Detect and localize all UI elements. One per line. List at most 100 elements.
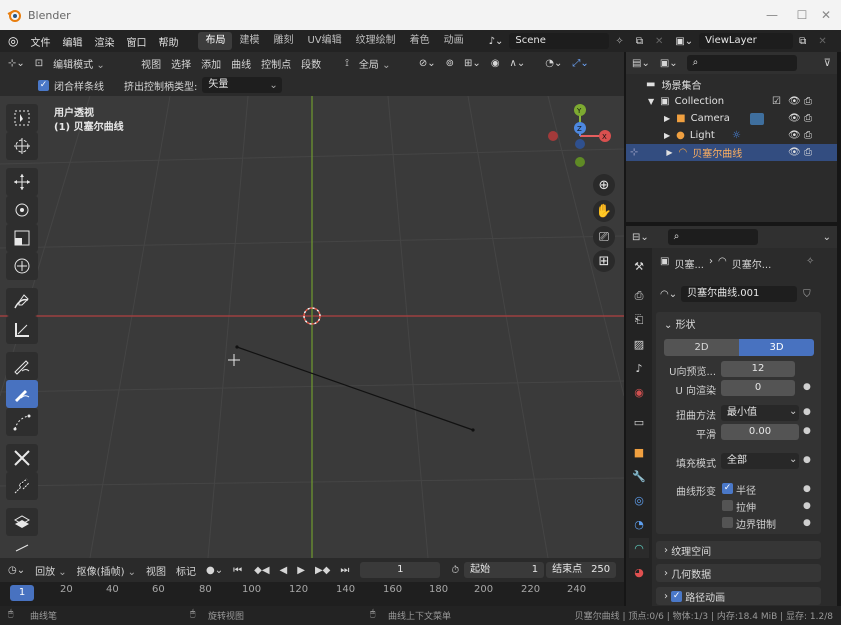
fake-user-icon[interactable]: ⛉ bbox=[803, 289, 811, 300]
snap-icon[interactable]: ⊚ bbox=[441, 58, 459, 69]
workspace-tab-sculpting[interactable]: 雕刻 bbox=[266, 32, 300, 50]
eye-icon[interactable]: 👁 bbox=[788, 147, 801, 158]
scene-field[interactable]: Scene bbox=[509, 33, 610, 49]
workspace-tab-layout[interactable]: 布局 bbox=[198, 32, 233, 50]
physics-tab-icon[interactable]: ◔ bbox=[629, 514, 649, 534]
world-tab-icon[interactable]: ◉ bbox=[629, 382, 649, 402]
blender-menu-icon[interactable]: ◎ bbox=[0, 34, 24, 48]
material-tab-icon[interactable]: ◕ bbox=[629, 562, 649, 582]
mode-dropdown[interactable]: 编辑模式 bbox=[48, 56, 136, 71]
properties-search-input[interactable]: ⌕ bbox=[667, 229, 758, 245]
annotate-icon[interactable] bbox=[6, 288, 38, 316]
menu-file[interactable]: 文件 bbox=[24, 34, 56, 49]
snap-target-icon[interactable]: ⊞⌄ bbox=[459, 58, 486, 69]
display-mode-icon[interactable]: ▣⌄ bbox=[655, 58, 683, 69]
timeline-marker-menu[interactable]: 标记 bbox=[171, 563, 201, 578]
object-tab-icon[interactable]: ■ bbox=[629, 442, 649, 462]
light-data-icon[interactable]: ☼ bbox=[732, 130, 741, 141]
curve-data-tab-icon[interactable]: ◠ bbox=[629, 538, 649, 558]
expand-down-icon[interactable]: ▼ bbox=[648, 97, 654, 106]
u-preview-field[interactable]: 12 bbox=[721, 361, 795, 377]
filter-icon[interactable]: ⊽ bbox=[819, 58, 837, 69]
curve-datablock-icon[interactable]: ◠⌄ bbox=[660, 289, 677, 300]
proportional-edit-icon[interactable]: ◉ bbox=[486, 58, 505, 69]
jump-end-icon[interactable]: ⏭ bbox=[335, 565, 354, 576]
rotate-icon[interactable] bbox=[6, 196, 38, 224]
expand-right-icon[interactable]: ▶ bbox=[666, 148, 672, 157]
path-animation-panel[interactable]: › ✓ 路径动画 bbox=[656, 587, 821, 605]
clamp-checkbox[interactable] bbox=[722, 517, 733, 528]
scale-icon[interactable] bbox=[6, 224, 38, 252]
animate-property-icon[interactable]: ● bbox=[803, 426, 811, 436]
dimension-3d-button[interactable]: 3D bbox=[739, 339, 814, 356]
chevron-down-icon[interactable]: ⌄ bbox=[818, 232, 837, 243]
stopwatch-icon[interactable]: ⏱ bbox=[446, 565, 464, 576]
scene-selector-icon[interactable]: ♪⌄ bbox=[483, 36, 510, 47]
record-icon[interactable]: ●⌄ bbox=[201, 565, 228, 576]
scene-collection-row[interactable]: ▬ 场景集合 bbox=[626, 76, 837, 93]
menu-curve[interactable]: 曲线 bbox=[226, 56, 256, 71]
visibility-icon[interactable]: ◔⌄ bbox=[540, 58, 567, 69]
fill-mode-dropdown[interactable]: 全部 bbox=[721, 453, 799, 469]
gizmo-icon[interactable]: ⤢⌄ bbox=[567, 58, 593, 69]
pin-icon[interactable]: ✧ bbox=[806, 256, 814, 267]
delete-view-layer-icon[interactable]: ✕ bbox=[812, 36, 832, 47]
timeline-ruler[interactable]: 1 20 40 60 80 100 120 140 160 180 200 22… bbox=[0, 582, 624, 606]
radius-checkbox[interactable]: ✓ bbox=[722, 483, 733, 494]
shape-panel-header[interactable]: ⌄ 形状 bbox=[664, 316, 696, 331]
transform-icon[interactable] bbox=[6, 252, 38, 280]
start-frame-field[interactable]: 起始 1 bbox=[464, 562, 545, 578]
next-keyframe-icon[interactable]: ▶◆ bbox=[310, 565, 335, 576]
properties-editor-icon[interactable]: ⊟⌄ bbox=[626, 232, 654, 243]
animate-property-icon[interactable]: ● bbox=[803, 407, 811, 417]
more-tools-icon[interactable] bbox=[6, 536, 38, 554]
menu-help[interactable]: 帮助 bbox=[152, 34, 184, 49]
menu-window[interactable]: 窗口 bbox=[120, 34, 152, 49]
new-view-layer-icon[interactable]: ⧉ bbox=[793, 36, 812, 47]
pin-icon[interactable]: ✧ bbox=[609, 36, 629, 47]
menu-segments[interactable]: 段数 bbox=[296, 56, 326, 71]
render-tab-icon[interactable]: ⎙ bbox=[629, 286, 649, 306]
outliner-search-input[interactable]: ⌕ bbox=[686, 55, 797, 71]
smooth-field[interactable]: 0.00 bbox=[721, 424, 799, 440]
playback-menu[interactable]: 回放 bbox=[30, 563, 72, 578]
draw-icon[interactable] bbox=[6, 352, 38, 380]
menu-render[interactable]: 渲染 bbox=[88, 34, 120, 49]
eye-icon[interactable]: 👁 bbox=[788, 96, 801, 107]
camera-render-icon[interactable]: ⎙ bbox=[804, 147, 812, 158]
prev-keyframe-icon[interactable]: ◆◀ bbox=[249, 565, 274, 576]
u-render-field[interactable]: 0 bbox=[721, 380, 795, 396]
pivot-point-icon[interactable]: ⊘⌄ bbox=[414, 58, 441, 69]
delete-scene-icon[interactable]: ✕ bbox=[649, 36, 669, 47]
geometry-panel[interactable]: › 几何数据 bbox=[656, 564, 821, 582]
view-layer-tab-icon[interactable]: ▨ bbox=[629, 334, 649, 354]
move-icon[interactable] bbox=[6, 168, 38, 196]
expand-right-icon[interactable]: ▶ bbox=[664, 114, 670, 123]
measure-icon[interactable] bbox=[6, 316, 38, 344]
outliner-row-camera[interactable]: ▶ ■ Camera 👁 ⎙ bbox=[626, 110, 837, 127]
view-layer-icon[interactable]: ▣⌄ bbox=[669, 36, 699, 47]
end-frame-field[interactable]: 结束点 250 bbox=[546, 562, 617, 578]
outliner-editor-icon[interactable]: ▤⌄ bbox=[626, 58, 655, 69]
twist-method-dropdown[interactable]: 最小值 bbox=[721, 405, 799, 421]
animate-property-icon[interactable]: ● bbox=[803, 484, 811, 494]
current-frame-field[interactable]: 1 bbox=[360, 562, 441, 578]
radius-icon[interactable] bbox=[6, 444, 38, 472]
camera-render-icon[interactable]: ⎙ bbox=[804, 96, 812, 107]
new-scene-icon[interactable]: ⧉ bbox=[630, 36, 649, 47]
eye-icon[interactable]: 👁 bbox=[788, 113, 801, 124]
3d-viewport[interactable]: Y X Z ⊕ ✋ ⎚ ⊞ bbox=[0, 96, 624, 558]
texture-space-panel[interactable]: › 纹理空间 bbox=[656, 541, 821, 559]
camera-data-icon[interactable] bbox=[750, 112, 764, 125]
play-reverse-icon[interactable]: ◀ bbox=[275, 565, 293, 576]
menu-control-points[interactable]: 控制点 bbox=[256, 56, 296, 71]
stretch-checkbox[interactable] bbox=[722, 500, 733, 511]
menu-view[interactable]: 视图 bbox=[136, 56, 166, 71]
menu-select[interactable]: 选择 bbox=[166, 56, 196, 71]
checkbox-icon[interactable]: ☑ bbox=[772, 96, 781, 107]
perspective-grid-icon[interactable]: ⊞ bbox=[593, 250, 615, 272]
view-layer-field[interactable]: ViewLayer bbox=[699, 33, 794, 49]
keying-menu[interactable]: 抠像(插帧) bbox=[72, 563, 141, 578]
path-animation-checkbox[interactable]: ✓ bbox=[671, 590, 683, 602]
editor-type-icon[interactable]: ⊹⌄ bbox=[0, 58, 30, 69]
